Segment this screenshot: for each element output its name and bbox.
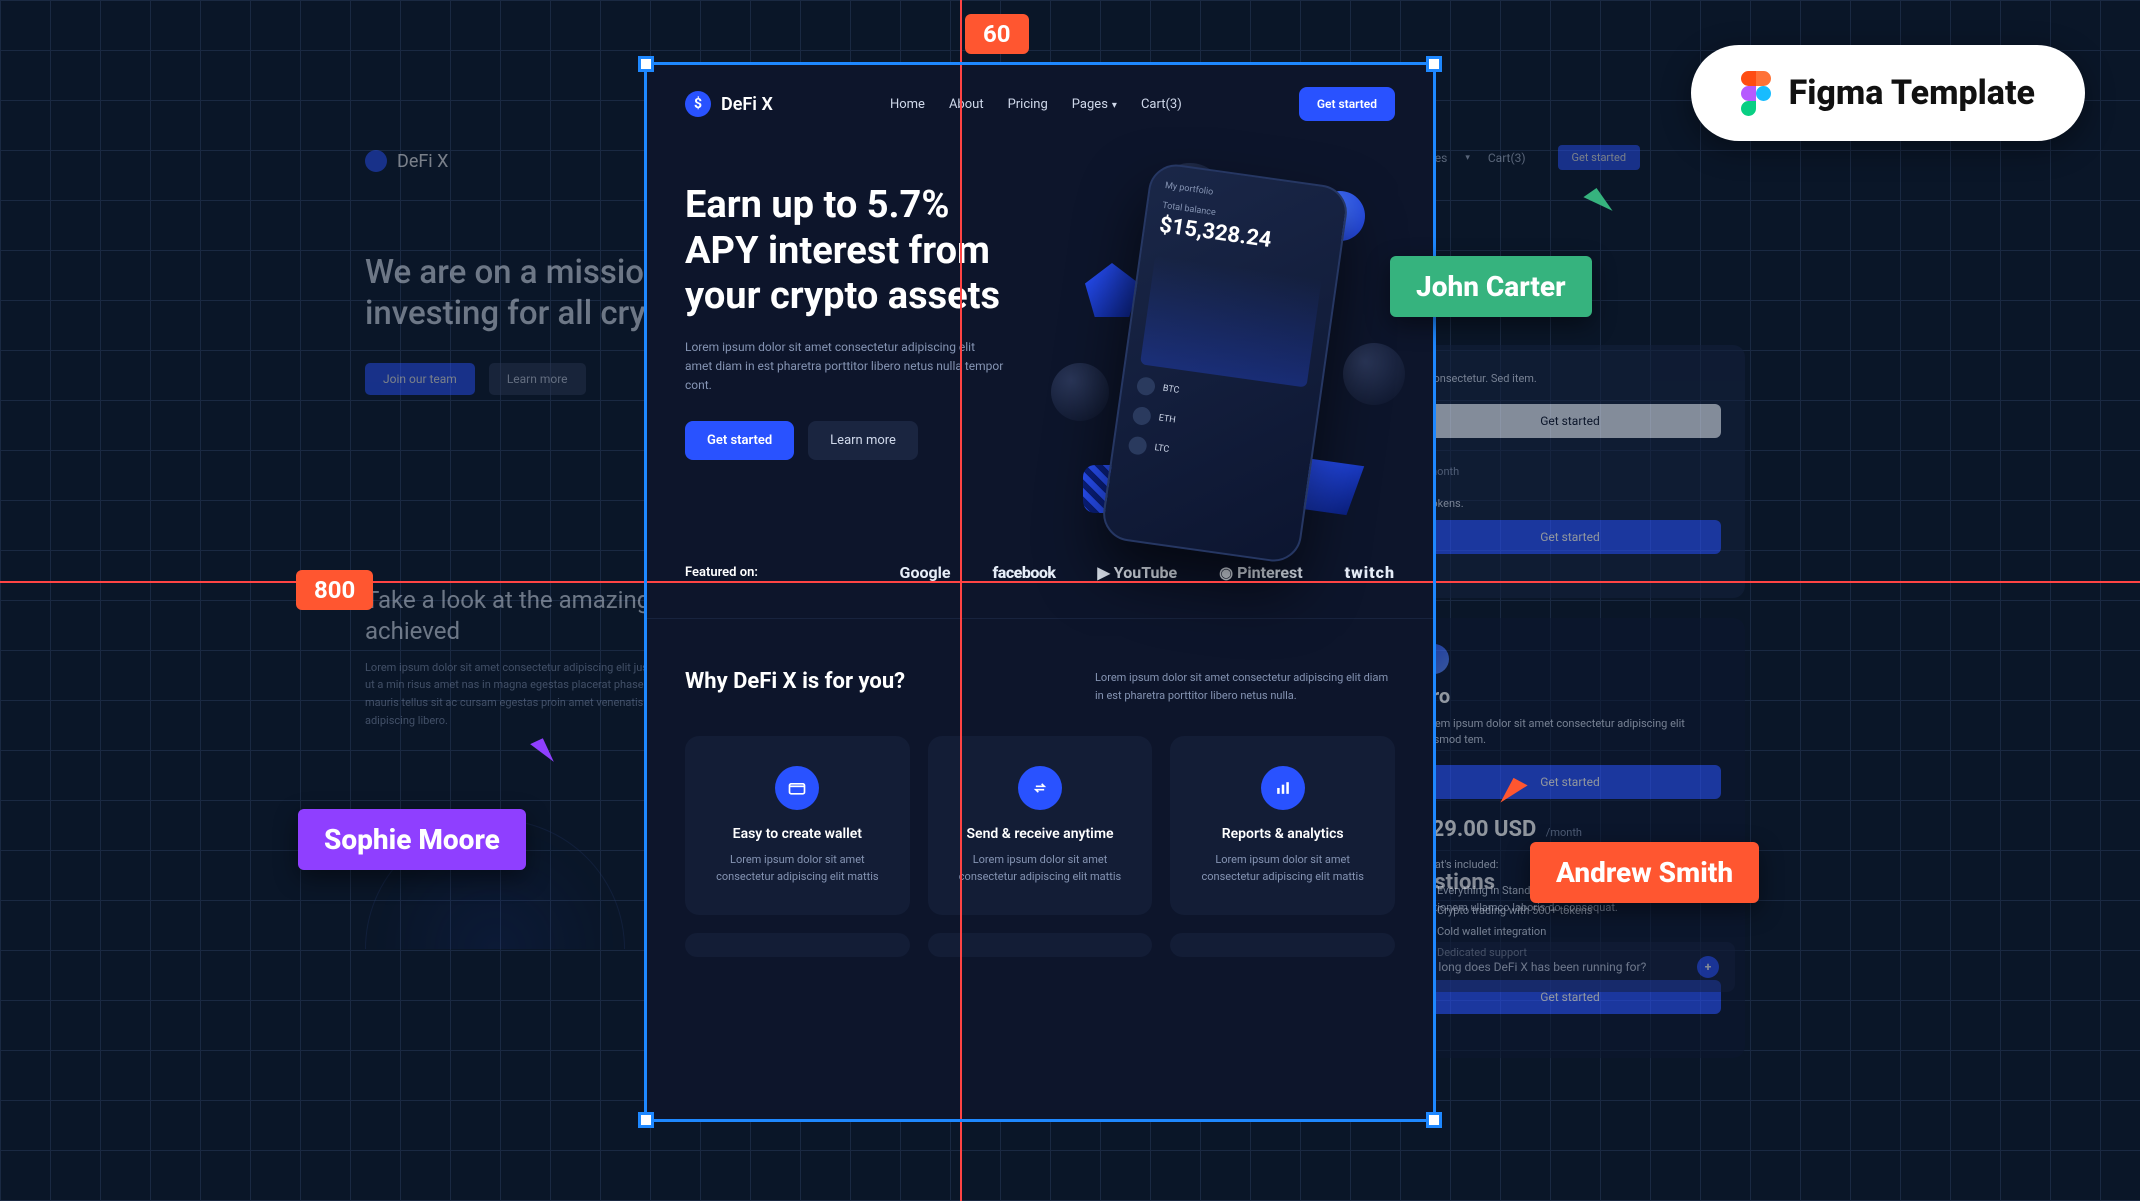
card-reports-body: Lorem ipsum dolor sit amet consectetur a…: [1188, 852, 1377, 885]
phone-asset-3-label: LTC: [1154, 443, 1170, 455]
logo-google: Google: [900, 563, 951, 582]
site-header: DeFi X Home About Pricing Pages Cart(3) …: [647, 65, 1433, 143]
header-get-started-button[interactable]: Get started: [1299, 87, 1395, 121]
hero-body: Lorem ipsum dolor sit amet consectetur a…: [685, 338, 1005, 396]
bg-tokens-line: 0 tokens.: [1419, 497, 1721, 510]
ruler-badge-left: 800: [296, 570, 373, 610]
logo-pinterest: Pinterest: [1219, 563, 1303, 582]
featured-label: Featured on:: [685, 565, 758, 580]
faq-expand-icon[interactable]: +: [1697, 956, 1719, 978]
bg-plan-cta-1[interactable]: Get started: [1419, 404, 1721, 438]
card-send-title: Send & receive anytime: [946, 826, 1135, 842]
collaborator-tag-orange: Andrew Smith: [1530, 842, 1759, 903]
card-reports-title: Reports & analytics: [1188, 826, 1377, 842]
bg-join-button[interactable]: Join our team: [365, 363, 475, 395]
nav-home[interactable]: Home: [890, 97, 925, 112]
nav-cart[interactable]: Cart(3): [1141, 97, 1182, 112]
ltc-coin-icon: [1051, 363, 1109, 421]
card-wallet-body: Lorem ipsum dolor sit amet consectetur a…: [703, 852, 892, 885]
nav-pricing[interactable]: Pricing: [1008, 97, 1048, 112]
feature-card-wallet[interactable]: Easy to create wallet Lorem ipsum dolor …: [685, 736, 910, 915]
why-section: Why DeFi X is for you? Lorem ipsum dolor…: [647, 619, 1433, 987]
logo-youtube: YouTube: [1098, 563, 1178, 582]
figma-template-badge: Figma Template: [1691, 45, 2085, 141]
bg-plan-desc-1: a consectetur. Sed item.: [1419, 371, 1721, 388]
bg-brand-icon: [365, 150, 387, 172]
hero-get-started-button[interactable]: Get started: [685, 421, 794, 460]
bg-right-get-started[interactable]: Get started: [1558, 145, 1641, 170]
card-wallet-title: Easy to create wallet: [703, 826, 892, 842]
selected-frame-home[interactable]: DeFi X Home About Pricing Pages Cart(3) …: [647, 65, 1433, 1119]
brand[interactable]: DeFi X: [685, 91, 773, 117]
brand-icon: [685, 91, 711, 117]
bg-plan-cta-1b[interactable]: Get started: [1419, 520, 1721, 554]
hero-title: Earn up to 5.7% APY interest from your c…: [685, 183, 1025, 320]
logo-twitch: twitch: [1345, 563, 1395, 582]
ruler-vertical[interactable]: [960, 0, 962, 1201]
figma-badge-label: Figma Template: [1789, 73, 2035, 113]
main-nav: Home About Pricing Pages Cart(3): [890, 97, 1182, 112]
background-frame-right-nav[interactable]: Pages ▾ Cart(3) Get started: [1414, 145, 1734, 170]
phone-chart: [1140, 255, 1322, 387]
figma-logo-icon: [1741, 71, 1771, 115]
why-body: Lorem ipsum dolor sit amet consectetur a…: [1095, 669, 1395, 704]
bg-learn-button[interactable]: Learn more: [489, 363, 586, 395]
wallet-icon: [775, 766, 819, 810]
nav-pages[interactable]: Pages: [1072, 97, 1117, 112]
transfer-icon: [1018, 766, 1062, 810]
pro-plan-desc: Lorem ipsum dolor sit amet consectetur a…: [1419, 716, 1721, 749]
feature-card-reports[interactable]: Reports & analytics Lorem ipsum dolor si…: [1170, 736, 1395, 915]
pro-plan-name: Pro: [1419, 684, 1721, 708]
why-heading: Why DeFi X is for you?: [685, 669, 905, 704]
bg-brand-name: DeFi X: [397, 151, 448, 172]
brand-name: DeFi X: [721, 94, 773, 115]
collaborator-tag-purple: Sophie Moore: [298, 809, 526, 870]
pro-plan-price: $29.00 USD: [1419, 817, 1536, 842]
hero-illustration: My portfolio Total balance $15,328.24 BT…: [1055, 183, 1395, 523]
feature-card-placeholder-3[interactable]: [1170, 933, 1395, 957]
hero-learn-more-button[interactable]: Learn more: [808, 421, 918, 460]
logo-facebook: facebook: [993, 563, 1056, 582]
nav-about[interactable]: About: [949, 97, 984, 112]
pro-plan-cta[interactable]: Get started: [1419, 765, 1721, 799]
faq-item-1-label: How long does DeFi X has been running fo…: [1411, 960, 1646, 974]
bg-right-nav-cart[interactable]: Cart(3): [1488, 151, 1526, 165]
collaborator-tag-green: John Carter: [1390, 256, 1592, 317]
feature-card-placeholder-1[interactable]: [685, 933, 910, 957]
pro-plan-period: /month: [1546, 826, 1582, 839]
ruler-badge-top: 60: [965, 14, 1029, 54]
phone-asset-2-label: ETH: [1158, 413, 1176, 425]
card-send-body: Lorem ipsum dolor sit amet consectetur a…: [946, 852, 1135, 885]
faq-item-1[interactable]: How long does DeFi X has been running fo…: [1395, 942, 1735, 992]
btc-coin-icon: [1343, 343, 1405, 405]
chart-bar-icon: [1261, 766, 1305, 810]
hero-section: Earn up to 5.7% APY interest from your c…: [647, 143, 1433, 543]
phone-asset-1-label: BTC: [1162, 384, 1180, 396]
